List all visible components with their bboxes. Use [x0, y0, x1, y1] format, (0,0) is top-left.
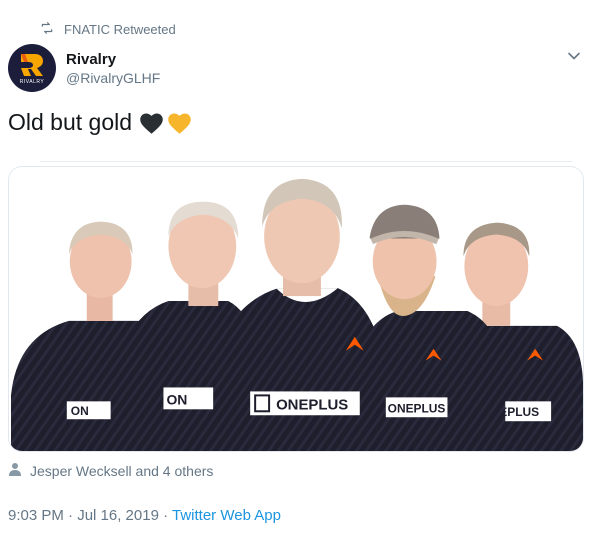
tweet-meta: 9:03 PM · Jul 16, 2019 · Twitter Web App [8, 507, 281, 524]
svg-text:EPLUS: EPLUS [499, 405, 539, 419]
author-display-name[interactable]: Rivalry [66, 50, 160, 69]
chevron-down-icon [568, 52, 580, 60]
source-app-link[interactable]: Twitter Web App [172, 507, 281, 524]
author-handle[interactable]: @RivalryGLHF [66, 69, 160, 87]
retweet-icon [40, 21, 54, 38]
svg-text:ON: ON [71, 404, 89, 418]
tweet-menu-button[interactable] [566, 48, 582, 64]
avatar-text: RIVALRY [19, 78, 45, 85]
likers-text: Jesper Wecksell and 4 others [30, 462, 214, 479]
svg-text:ON: ON [166, 391, 187, 407]
tweet-author[interactable]: RIVALRY Rivalry @RivalryGLHF [8, 44, 160, 92]
tweet-text-content: Old but gold [8, 109, 133, 135]
black-heart-icon [140, 113, 163, 134]
retweet-context[interactable]: FNATIC Retweeted [40, 20, 176, 38]
tweet-timestamp[interactable]: 9:03 PM · Jul 16, 2019 [8, 507, 159, 524]
likers-row[interactable]: Jesper Wecksell and 4 others [8, 462, 213, 479]
divider [40, 161, 572, 162]
retweet-label: FNATIC Retweeted [64, 21, 176, 37]
players-photo: ON ON EPLUS ONEPLUS ONEPLUS [9, 167, 583, 451]
person-icon [8, 462, 22, 479]
tweet-photo[interactable]: ON ON EPLUS ONEPLUS ONEPLUS [8, 166, 584, 452]
tweet-text: Old but gold [8, 106, 193, 138]
yellow-heart-icon [168, 113, 191, 134]
meta-separator: · [158, 507, 172, 524]
svg-text:ONEPLUS: ONEPLUS [276, 396, 348, 413]
rivalry-logo-icon [21, 53, 43, 76]
svg-text:ONEPLUS: ONEPLUS [388, 401, 446, 415]
avatar[interactable]: RIVALRY [8, 44, 56, 92]
